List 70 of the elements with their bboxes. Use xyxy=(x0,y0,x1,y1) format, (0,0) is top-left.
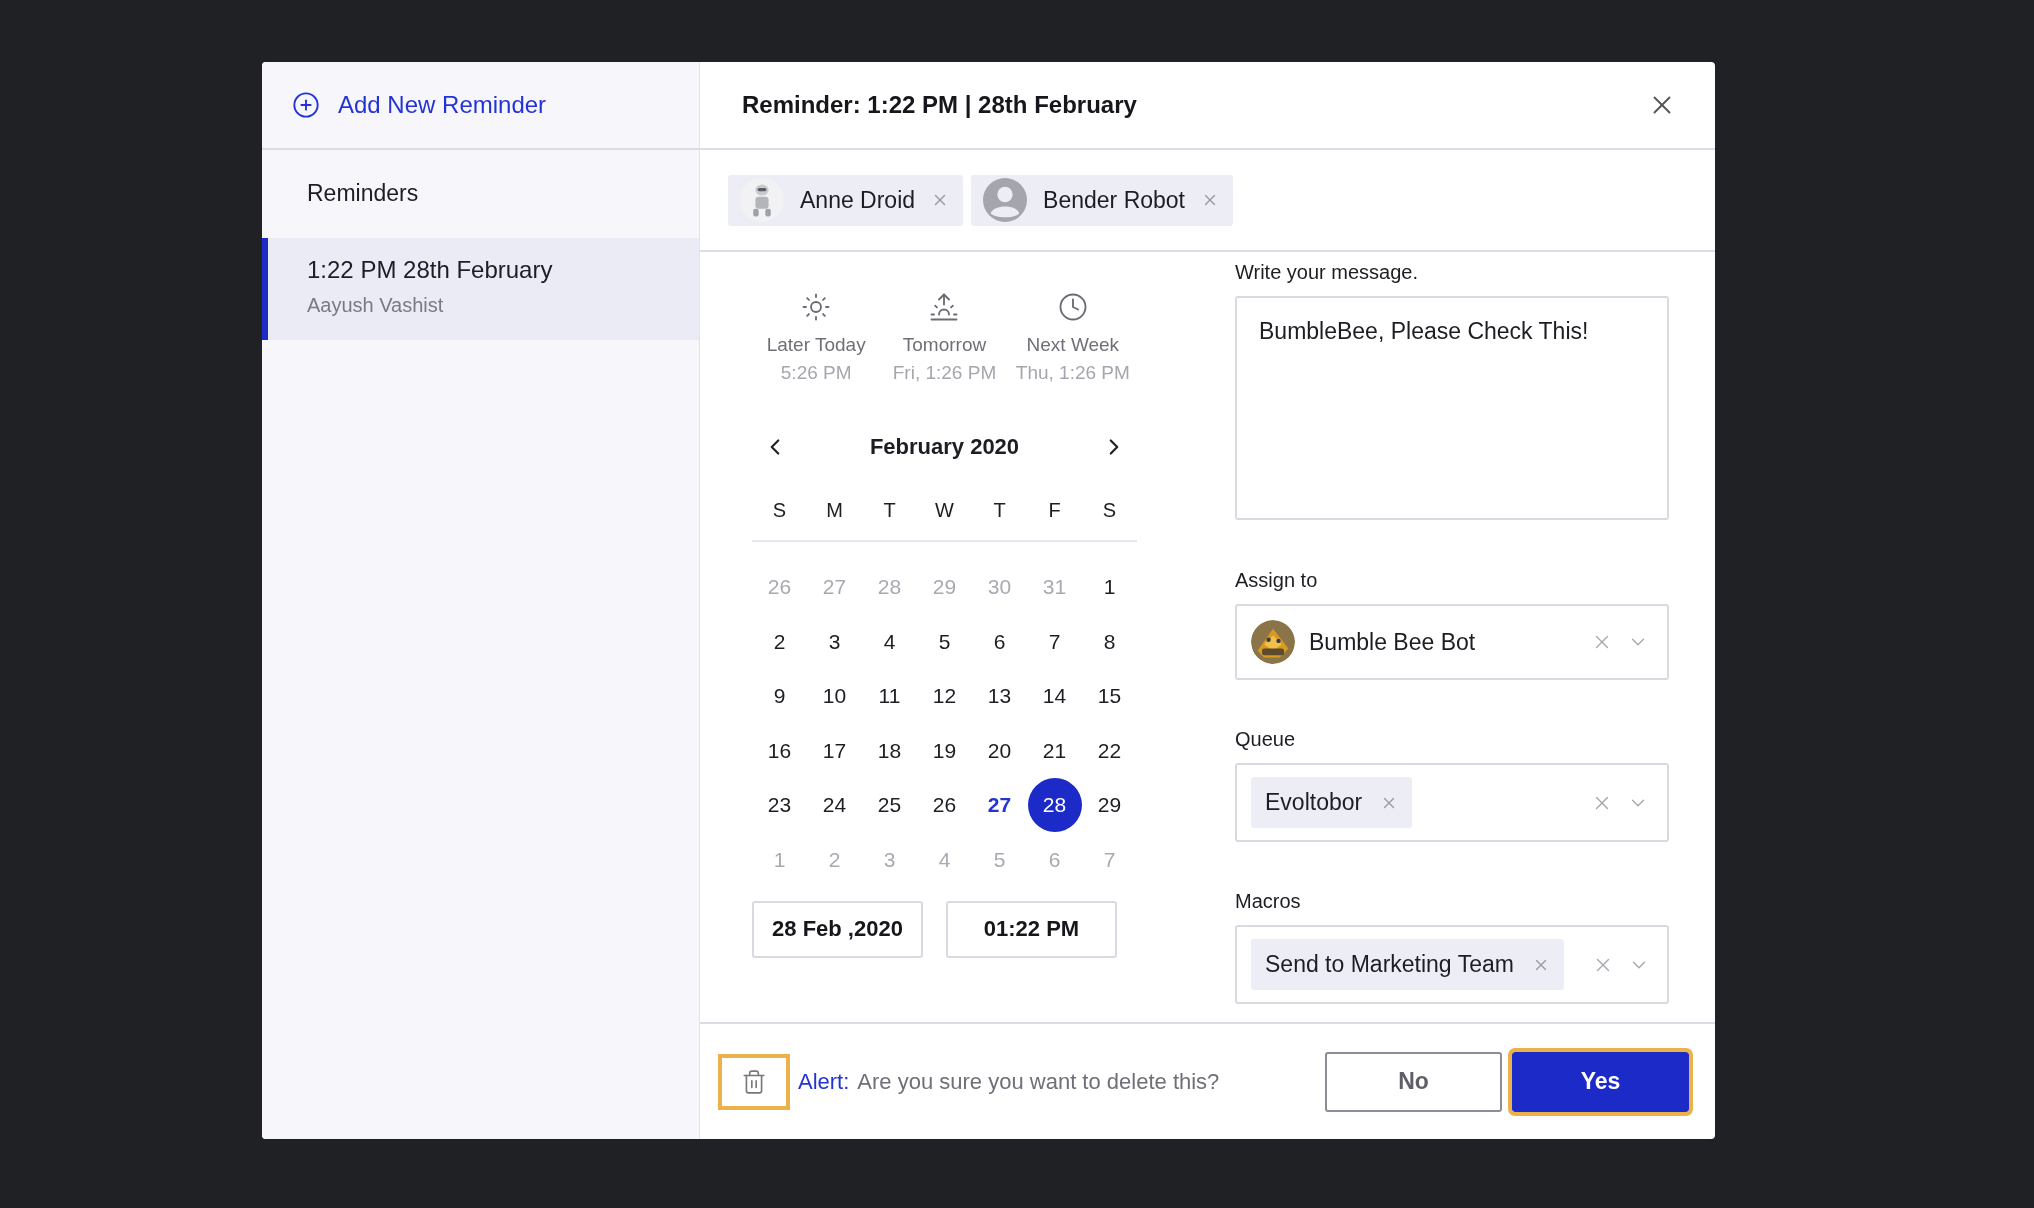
cancel-button[interactable]: No xyxy=(1325,1051,1502,1112)
calendar-day[interactable]: 16 xyxy=(752,723,807,778)
calendar-day[interactable]: 12 xyxy=(917,669,972,723)
calendar-day[interactable]: 27 xyxy=(972,778,1027,832)
calendar-day[interactable]: 23 xyxy=(752,778,807,832)
field-label: Assign to xyxy=(1235,568,1319,592)
calendar-day[interactable]: 28 xyxy=(1027,778,1082,832)
calendar-day[interactable]: 15 xyxy=(1082,669,1137,723)
calendar-day[interactable]: 29 xyxy=(1082,778,1137,832)
tag-label: Evoltobor xyxy=(1265,789,1363,816)
calendar-day[interactable]: 2 xyxy=(752,614,807,669)
calendar-day[interactable]: 20 xyxy=(972,723,1027,778)
calendar-day[interactable]: 5 xyxy=(917,614,972,669)
reminder-author: Aayush Vashist xyxy=(307,294,445,317)
clock-icon xyxy=(1057,292,1088,322)
calendar-day[interactable]: 26 xyxy=(917,778,972,832)
field-label: Queue xyxy=(1235,727,1297,751)
sun-icon xyxy=(801,292,832,322)
select-field[interactable]: Send to Marketing Team xyxy=(1235,925,1669,1004)
calendar-day[interactable]: 25 xyxy=(862,778,917,832)
recipient-name: Bender Robot xyxy=(1043,186,1185,214)
month-title: February 2020 xyxy=(869,434,1020,460)
weekday-label: W xyxy=(935,498,954,522)
add-reminder-button[interactable]: Add New Reminder xyxy=(262,62,699,150)
calendar-day[interactable]: 4 xyxy=(862,614,917,669)
section-heading: Reminders xyxy=(307,180,419,206)
calendar-day[interactable]: 8 xyxy=(1082,614,1137,669)
quick-option[interactable]: Next Week Thu, 1:26 PM xyxy=(1008,292,1137,384)
weekday-label: M xyxy=(826,498,843,522)
weekday-label: T xyxy=(883,498,896,522)
delete-button[interactable] xyxy=(718,1053,790,1110)
message-field[interactable]: BumbleBee, Please Check This! xyxy=(1235,296,1669,520)
alert-message: Are you sure you want to delete this? xyxy=(857,1068,1221,1095)
calendar-day[interactable]: 9 xyxy=(752,669,807,723)
calendar-day[interactable]: 14 xyxy=(1027,669,1082,723)
select-field[interactable]: Evoltobor xyxy=(1235,763,1669,842)
reminder-title: 1:22 PM 28th February xyxy=(307,256,554,284)
sunrise-icon xyxy=(929,292,960,322)
calendar-day[interactable]: 19 xyxy=(917,723,972,778)
calendar-day[interactable]: 1 xyxy=(1082,560,1137,614)
calendar-day[interactable]: 21 xyxy=(1027,723,1082,778)
weekday-label: F xyxy=(1048,498,1061,522)
alert-label: Alert: xyxy=(798,1068,850,1095)
calendar-day[interactable]: 17 xyxy=(807,723,862,778)
recipient-name: Anne Droid xyxy=(800,186,916,214)
calendar-day[interactable]: 6 xyxy=(972,614,1027,669)
tag-label: Send to Marketing Team xyxy=(1265,951,1514,978)
quick-option[interactable]: Later Today 5:26 PM xyxy=(752,292,881,384)
weekday-label: S xyxy=(772,498,787,522)
calendar-day[interactable]: 7 xyxy=(1027,614,1082,669)
calendar-day[interactable]: 11 xyxy=(862,669,917,723)
quick-option[interactable]: Tomorrow Fri, 1:26 PM xyxy=(880,292,1009,384)
calendar-day[interactable]: 22 xyxy=(1082,723,1137,778)
weekday-label: S xyxy=(1102,498,1117,522)
date-field[interactable]: 28 Feb ,2020 xyxy=(752,900,923,958)
calendar-day[interactable]: 13 xyxy=(972,669,1027,723)
calendar-day[interactable]: 3 xyxy=(807,614,862,669)
time-field[interactable]: 01:22 PM xyxy=(946,900,1117,958)
trash-icon xyxy=(741,1068,767,1095)
reminder-item[interactable]: 1:22 PM 28th February Aayush Vashist xyxy=(262,238,699,340)
person-icon xyxy=(983,178,1028,222)
select-field[interactable]: Bumble Bee Bot xyxy=(1235,604,1669,680)
field-label: Macros xyxy=(1235,889,1302,913)
calendar-day[interactable]: 10 xyxy=(807,669,862,723)
weekday-label: T xyxy=(993,498,1006,522)
calendar-day[interactable]: 24 xyxy=(807,778,862,832)
calendar-day[interactable]: 18 xyxy=(862,723,917,778)
plus-icon xyxy=(292,91,320,119)
field-label: Write your message. xyxy=(1235,260,1420,284)
dialog-title: Reminder: 1:22 PM | 28th February xyxy=(742,91,1137,119)
